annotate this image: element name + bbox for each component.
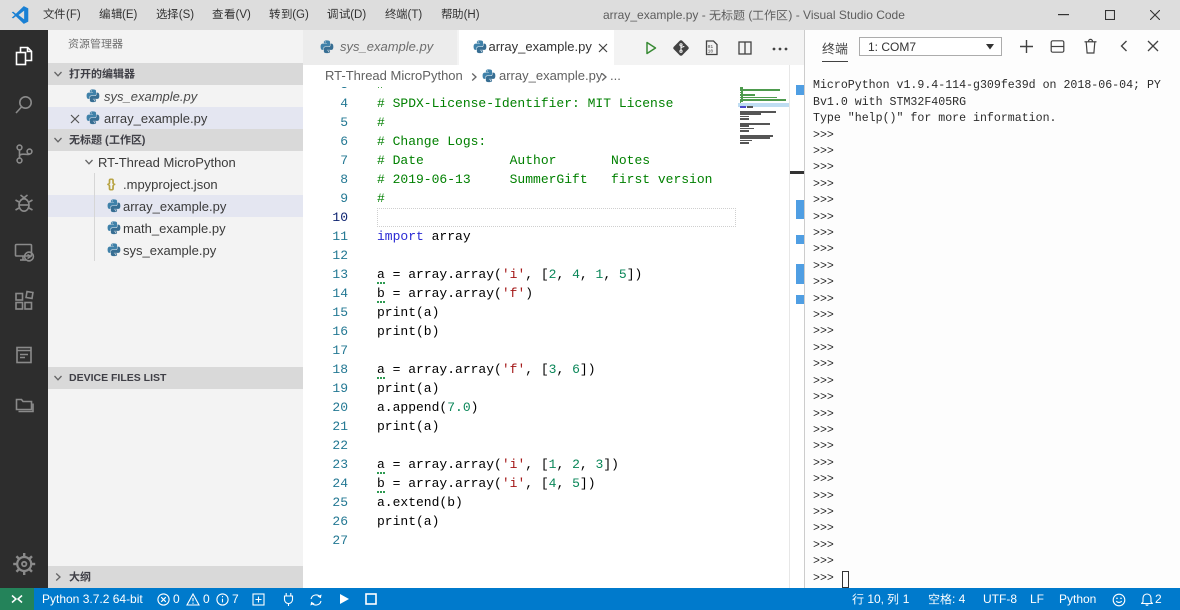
svg-text:10: 10 [708, 49, 714, 55]
